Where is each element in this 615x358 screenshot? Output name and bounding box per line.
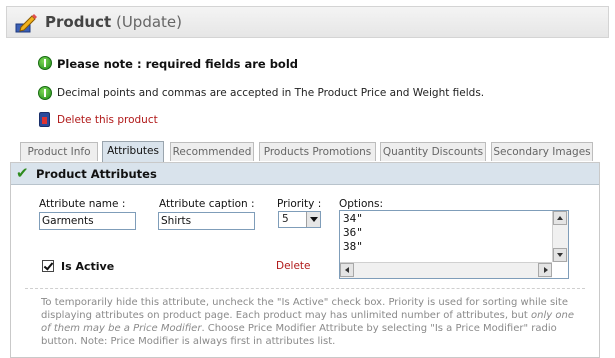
delete-product-label[interactable]: Delete this product xyxy=(57,114,158,126)
scroll-left-arrow-icon[interactable] xyxy=(340,263,354,277)
priority-label: Priority : xyxy=(277,198,322,210)
page-header: Product (Update) xyxy=(6,6,609,38)
tab-product-info[interactable]: Product Info xyxy=(20,142,98,161)
tab-recommended[interactable]: Recommended xyxy=(170,142,254,161)
trash-icon xyxy=(39,112,50,127)
page-title: Product (Update) xyxy=(45,13,182,31)
attribute-name-label: Attribute name : xyxy=(39,198,126,210)
title-text: Product xyxy=(45,13,112,31)
vertical-scrollbar[interactable] xyxy=(552,211,568,262)
option-line: 38" xyxy=(343,240,363,253)
tab-attributes[interactable]: Attributes xyxy=(102,141,164,162)
attribute-caption-label: Attribute caption : xyxy=(159,198,255,210)
options-textarea[interactable]: 34" 36" 38" xyxy=(339,210,569,279)
attribute-name-input[interactable]: Garments xyxy=(39,212,136,230)
divider xyxy=(25,288,585,289)
scroll-up-arrow-icon[interactable] xyxy=(553,211,567,225)
info-green-icon xyxy=(38,56,52,70)
required-note-text: Please note : required fields are bold xyxy=(57,57,298,71)
scroll-right-arrow-icon[interactable] xyxy=(538,263,552,277)
scroll-down-arrow-icon[interactable] xyxy=(553,248,567,262)
horizontal-scrollbar[interactable] xyxy=(340,262,552,278)
option-line: 36" xyxy=(343,226,363,239)
title-mode: (Update) xyxy=(115,13,182,31)
attribute-caption-input[interactable]: Shirts xyxy=(158,212,255,230)
options-label: Options: xyxy=(339,198,384,210)
tab-products-promotions[interactable]: Products Promotions xyxy=(259,142,376,161)
delete-attribute-link[interactable]: Delete xyxy=(276,260,311,272)
priority-select[interactable]: 5 xyxy=(278,211,321,228)
decimal-note-text: Decimal points and commas are accepted i… xyxy=(57,87,485,99)
hint-text: To temporarily hide this attribute, unch… xyxy=(41,297,569,321)
chevron-down-icon[interactable] xyxy=(306,212,320,227)
option-line: 34" xyxy=(343,212,363,225)
tab-secondary-images[interactable]: Secondary Images xyxy=(491,142,593,161)
panel-header: ✔ Product Attributes xyxy=(11,163,599,185)
is-active-label: Is Active xyxy=(61,260,115,273)
priority-value: 5 xyxy=(282,213,289,225)
is-active-checkbox[interactable] xyxy=(42,260,54,272)
attribute-help-text: To temporarily hide this attribute, unch… xyxy=(41,296,586,348)
checkmark-icon: ✔ xyxy=(16,164,29,182)
info-green-icon xyxy=(38,86,52,100)
panel-title: Product Attributes xyxy=(36,167,157,181)
pencil-edit-icon xyxy=(15,14,37,33)
tab-quantity-discounts[interactable]: Quantity Discounts xyxy=(380,142,486,161)
product-attributes-panel: ✔ Product Attributes Attribute name : Ga… xyxy=(10,162,600,358)
